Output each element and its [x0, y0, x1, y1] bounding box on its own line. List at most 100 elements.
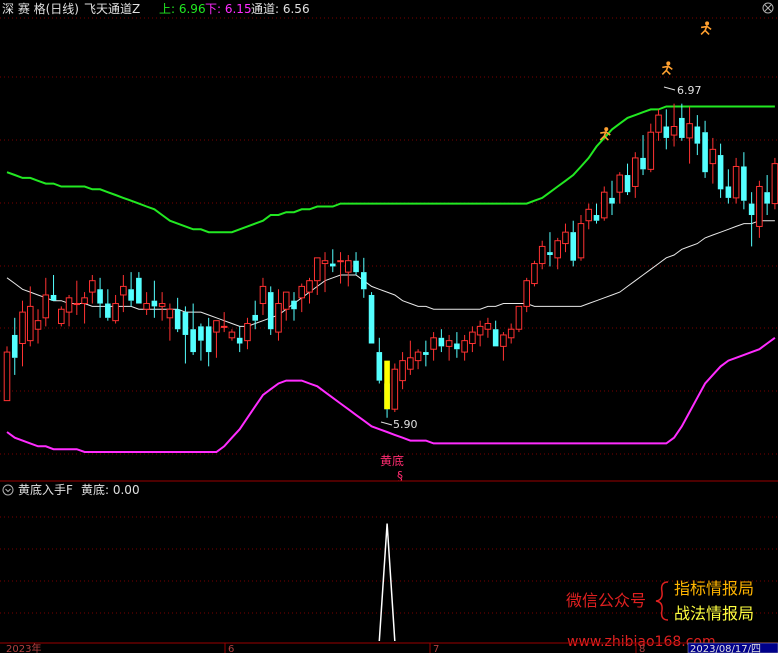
brace-icon	[655, 581, 669, 621]
candle-body	[414, 351, 422, 362]
candle-body	[236, 337, 243, 344]
low-pointer	[380, 421, 393, 426]
candle-body	[686, 123, 693, 139]
candle-body	[198, 326, 204, 341]
candle-body	[554, 240, 562, 259]
upper-value: 上: 6.96	[159, 2, 206, 16]
candle-body	[430, 337, 437, 350]
candle-body	[329, 263, 336, 267]
candle-body	[407, 357, 414, 370]
candle-body	[616, 174, 624, 193]
candle-body	[771, 163, 778, 205]
candle-body	[97, 289, 103, 304]
candle-body	[500, 334, 507, 347]
candle-body	[291, 300, 297, 310]
candle-body	[679, 117, 685, 138]
candle-body	[298, 285, 306, 299]
runner-head	[604, 127, 609, 132]
stock-title: 深 赛 格(日线)	[2, 1, 79, 16]
sub-header: 黄底入手F 黄底: 0.00	[2, 482, 140, 497]
candle-body	[376, 352, 383, 381]
candle-body	[717, 155, 724, 190]
candle-body	[81, 297, 88, 305]
candle-body	[531, 263, 538, 285]
candle-body	[423, 352, 429, 355]
high-price-label: 6.97	[677, 84, 702, 97]
candle-body	[120, 285, 127, 296]
candle-body	[58, 308, 65, 325]
candle-body	[213, 320, 220, 333]
candle-body	[73, 303, 81, 306]
signal-bar	[384, 360, 390, 410]
indicator-name: 飞天通道Z	[84, 2, 140, 16]
candle-body	[259, 285, 267, 305]
signal-candle	[384, 360, 390, 410]
dropdown-icon[interactable]	[2, 484, 14, 496]
candle-body	[19, 311, 26, 345]
candle-body	[174, 309, 181, 330]
candle-body	[709, 148, 717, 165]
signal-text: 黄底	[380, 453, 404, 468]
candle-body	[670, 126, 678, 136]
header: 深 赛 格(日线) 飞天通道Z 上: 6.96 下: 6.15 通道: 6.56	[2, 1, 774, 16]
candle-body	[570, 232, 577, 261]
candle-body	[562, 231, 569, 245]
candle-body	[445, 340, 453, 347]
low-price-label: 5.90	[393, 418, 418, 431]
candle-body	[538, 245, 546, 265]
x-label-jul: 7	[433, 644, 439, 653]
watermark: 微信公众号 指标情报局 战法情报局 www.zhibiao168.com	[566, 579, 754, 650]
candle-body	[515, 305, 523, 330]
candle-body	[438, 337, 445, 347]
candle-body	[694, 126, 701, 144]
candle-body	[275, 303, 282, 333]
candle-body	[631, 157, 639, 187]
candle-body	[228, 331, 236, 339]
candle-body	[306, 280, 313, 293]
candle-body	[337, 260, 344, 263]
runner-icon	[661, 61, 673, 75]
runner-head	[666, 61, 671, 66]
candle-body	[282, 291, 290, 310]
candle-body	[454, 343, 460, 350]
candle-body	[547, 252, 553, 255]
close-icon[interactable]	[762, 2, 774, 14]
lower-value: 下: 6.15	[205, 2, 252, 16]
candle-body	[702, 132, 708, 173]
candle-body	[166, 308, 174, 319]
runner-icon	[700, 21, 712, 35]
candle-body	[321, 260, 329, 265]
candle-body	[764, 192, 770, 204]
x-label-year: 2023年	[6, 642, 41, 653]
x-label-aug: 8	[639, 644, 645, 653]
candle-body	[585, 208, 593, 222]
candle-body	[609, 197, 615, 204]
candle-body	[182, 312, 189, 335]
candle-body	[361, 272, 367, 290]
candle-body	[399, 360, 406, 382]
candle-body	[624, 175, 631, 193]
candle-body	[151, 300, 158, 307]
candle-body	[112, 303, 119, 322]
candle-body	[577, 223, 585, 259]
candle-body	[50, 294, 57, 301]
candle-body	[600, 191, 608, 219]
candle-body	[741, 166, 747, 201]
candle-body	[11, 334, 18, 358]
candle-body	[136, 277, 142, 304]
candle-body	[484, 323, 492, 330]
candle-body	[3, 351, 11, 402]
candle-body	[252, 314, 259, 321]
candle-body	[344, 260, 352, 273]
candle-body	[725, 186, 732, 198]
candle-body	[313, 257, 321, 282]
sub-indicator-value: 黄底: 0.00	[81, 482, 140, 497]
candle-body	[640, 157, 646, 170]
candle-body	[353, 260, 359, 273]
candle-body	[89, 280, 96, 293]
x-label-date: 2023/08/17/四	[690, 644, 761, 653]
candle-body	[461, 340, 468, 353]
runner-body	[700, 25, 712, 35]
candle-body	[65, 297, 73, 313]
candle-body	[663, 126, 670, 138]
